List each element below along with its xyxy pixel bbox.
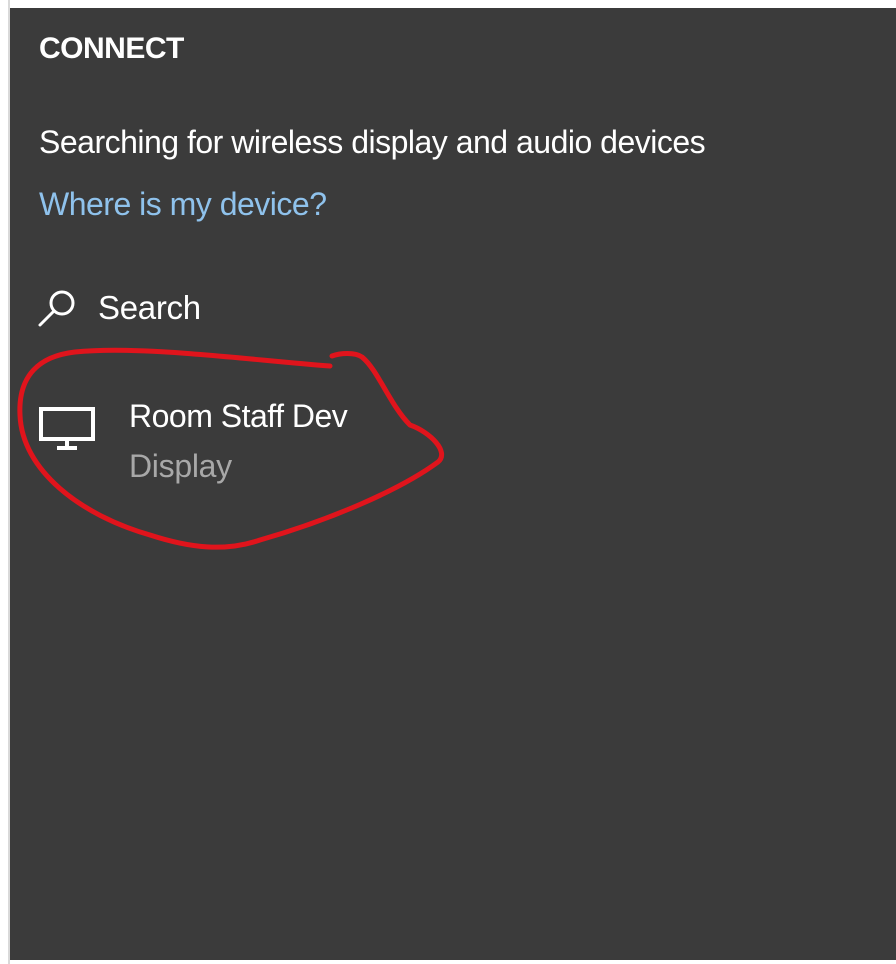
search-icon [36, 286, 80, 330]
connect-panel: CONNECT Searching for wireless display a… [10, 8, 896, 960]
where-is-my-device-link[interactable]: Where is my device? [39, 186, 327, 223]
monitor-icon [38, 406, 98, 461]
device-type: Display [129, 448, 232, 484]
device-list-item[interactable]: Room Staff Dev Display [36, 394, 416, 494]
search-button[interactable]: Search [36, 284, 201, 332]
device-name: Room Staff Dev [129, 398, 348, 434]
search-status-text: Searching for wireless display and audio… [39, 124, 706, 160]
panel-title: CONNECT [39, 32, 184, 65]
search-label: Search [98, 289, 201, 326]
